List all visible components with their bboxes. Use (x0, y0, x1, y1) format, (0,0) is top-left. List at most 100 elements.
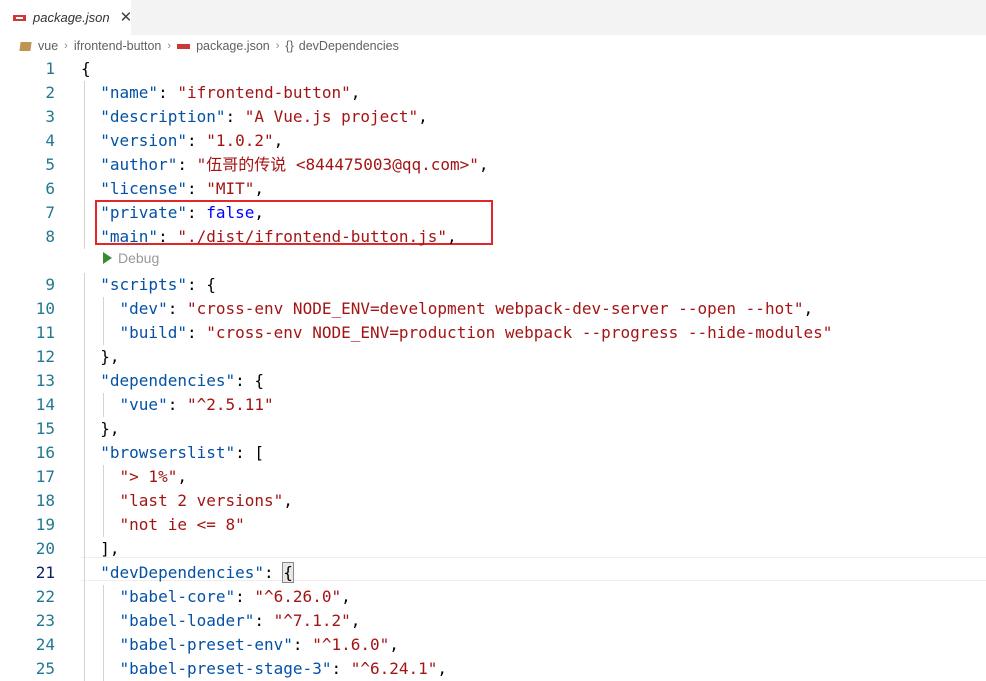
code-line[interactable]: 6 "license": "MIT", (0, 177, 986, 201)
indent-guide (103, 393, 105, 417)
code-text: { (81, 59, 91, 78)
code-line[interactable]: 16 "browserslist": [ (0, 441, 986, 465)
indent-guide (84, 513, 85, 537)
code-line[interactable]: 2 "name": "ifrontend-button", (0, 81, 986, 105)
code-text: "scripts": { (100, 275, 216, 294)
code-line[interactable]: 25 "babel-preset-stage-3": "^6.24.1", (0, 657, 986, 681)
indent-guide (84, 297, 85, 321)
indent-guide (84, 609, 85, 633)
npm-file-icon (13, 14, 26, 21)
indent-guide (103, 513, 105, 537)
json-object-icon: {} (285, 39, 294, 53)
line-number: 18 (35, 491, 55, 510)
code-text: "dev": "cross-env NODE_ENV=development w… (119, 299, 814, 318)
code-line[interactable]: 3 "description": "A Vue.js project", (0, 105, 986, 129)
code-line[interactable]: 12 }, (0, 345, 986, 369)
indent-guide (103, 657, 105, 681)
code-text: "babel-loader": "^7.1.2", (119, 611, 361, 630)
code-text: "name": "ifrontend-button", (100, 83, 361, 102)
folder-icon (19, 41, 32, 51)
code-text: }, (81, 347, 120, 366)
code-line[interactable]: 11 "build": "cross-env NODE_ENV=producti… (0, 321, 986, 345)
line-number: 16 (35, 443, 55, 462)
line-number: 25 (35, 659, 55, 678)
indent-guide (103, 489, 105, 513)
chevron-right-icon: › (167, 40, 172, 52)
code-text: "last 2 versions", (119, 491, 293, 510)
indent-guide (103, 633, 105, 657)
code-text: "private": false, (100, 203, 265, 222)
code-text: "version": "1.0.2", (100, 131, 284, 150)
indent-guide (84, 561, 85, 585)
breadcrumb-item-vue[interactable]: vue (38, 39, 58, 53)
indent-guide (84, 465, 85, 489)
code-text: }, (81, 419, 120, 438)
line-number: 7 (45, 203, 55, 222)
code-line[interactable]: 4 "version": "1.0.2", (0, 129, 986, 153)
code-text: "babel-core": "^6.26.0", (119, 587, 351, 606)
line-number: 13 (35, 371, 55, 390)
editor-tab-bar: package.json ✕ (0, 0, 986, 35)
debug-codelens[interactable]: Debug (103, 247, 159, 269)
code-line[interactable]: 9 "scripts": { (0, 273, 986, 297)
indent-guide (84, 273, 85, 297)
code-line[interactable]: 24 "babel-preset-env": "^1.6.0", (0, 633, 986, 657)
indent-guide (103, 585, 105, 609)
code-line[interactable]: 8 "main": "./dist/ifrontend-button.js", (0, 225, 986, 249)
line-number: 11 (35, 323, 55, 342)
indent-guide (84, 345, 85, 369)
indent-guide (84, 441, 85, 465)
code-line[interactable]: 17 "> 1%", (0, 465, 986, 489)
code-line[interactable]: 20 ], (0, 537, 986, 561)
code-text: "description": "A Vue.js project", (100, 107, 428, 126)
code-text: "not ie <= 8" (119, 515, 245, 534)
code-line[interactable]: 21 "devDependencies": { (0, 561, 986, 585)
code-line[interactable]: 7 "private": false, (0, 201, 986, 225)
indent-guide (84, 585, 85, 609)
code-line[interactable]: 18 "last 2 versions", (0, 489, 986, 513)
code-line[interactable]: 13 "dependencies": { (0, 369, 986, 393)
code-text: "> 1%", (119, 467, 187, 486)
play-icon (103, 252, 112, 264)
chevron-right-icon: › (64, 40, 68, 52)
tab-package-json[interactable]: package.json ✕ (0, 0, 133, 35)
breadcrumb-item-file[interactable]: package.json (196, 39, 270, 53)
indent-guide (84, 321, 85, 345)
line-number: 3 (45, 107, 55, 126)
close-icon[interactable]: ✕ (120, 10, 133, 25)
breadcrumb-item-symbol[interactable]: devDependencies (299, 39, 399, 53)
code-line[interactable]: 19 "not ie <= 8" (0, 513, 986, 537)
line-number: 6 (45, 179, 55, 198)
code-text: "browserslist": [ (100, 443, 265, 462)
line-number: 19 (35, 515, 55, 534)
code-editor[interactable]: Debug 1{2 "name": "ifrontend-button", 3 "… (0, 57, 986, 681)
indent-guide (103, 465, 105, 489)
code-line[interactable]: 1{ (0, 57, 986, 81)
indent-guide (84, 177, 85, 201)
tab-title: package.json (33, 10, 110, 25)
code-line[interactable]: 15 }, (0, 417, 986, 441)
code-line[interactable]: 5 "author": "伍哥的传说 <844475003@qq.com>", (0, 153, 986, 177)
line-number: 14 (35, 395, 55, 414)
indent-guide (84, 369, 85, 393)
line-number: 24 (35, 635, 55, 654)
code-line[interactable]: 23 "babel-loader": "^7.1.2", (0, 609, 986, 633)
line-number: 17 (35, 467, 55, 486)
code-text: "main": "./dist/ifrontend-button.js", (100, 227, 457, 246)
line-number: 12 (35, 347, 55, 366)
line-number: 9 (45, 275, 55, 294)
code-line[interactable]: 10 "dev": "cross-env NODE_ENV=developmen… (0, 297, 986, 321)
line-number: 10 (35, 299, 55, 318)
breadcrumb-item-project[interactable]: ifrontend-button (74, 39, 162, 53)
indent-guide (103, 609, 105, 633)
chevron-right-icon: › (275, 40, 280, 52)
indent-guide (103, 321, 105, 345)
code-line[interactable]: 22 "babel-core": "^6.26.0", (0, 585, 986, 609)
code-text: "build": "cross-env NODE_ENV=production … (119, 323, 833, 342)
line-number: 5 (45, 155, 55, 174)
code-line[interactable]: 14 "vue": "^2.5.11" (0, 393, 986, 417)
npm-file-icon (177, 43, 191, 49)
line-number: 23 (35, 611, 55, 630)
indent-guide (84, 633, 85, 657)
indent-guide (84, 81, 85, 105)
